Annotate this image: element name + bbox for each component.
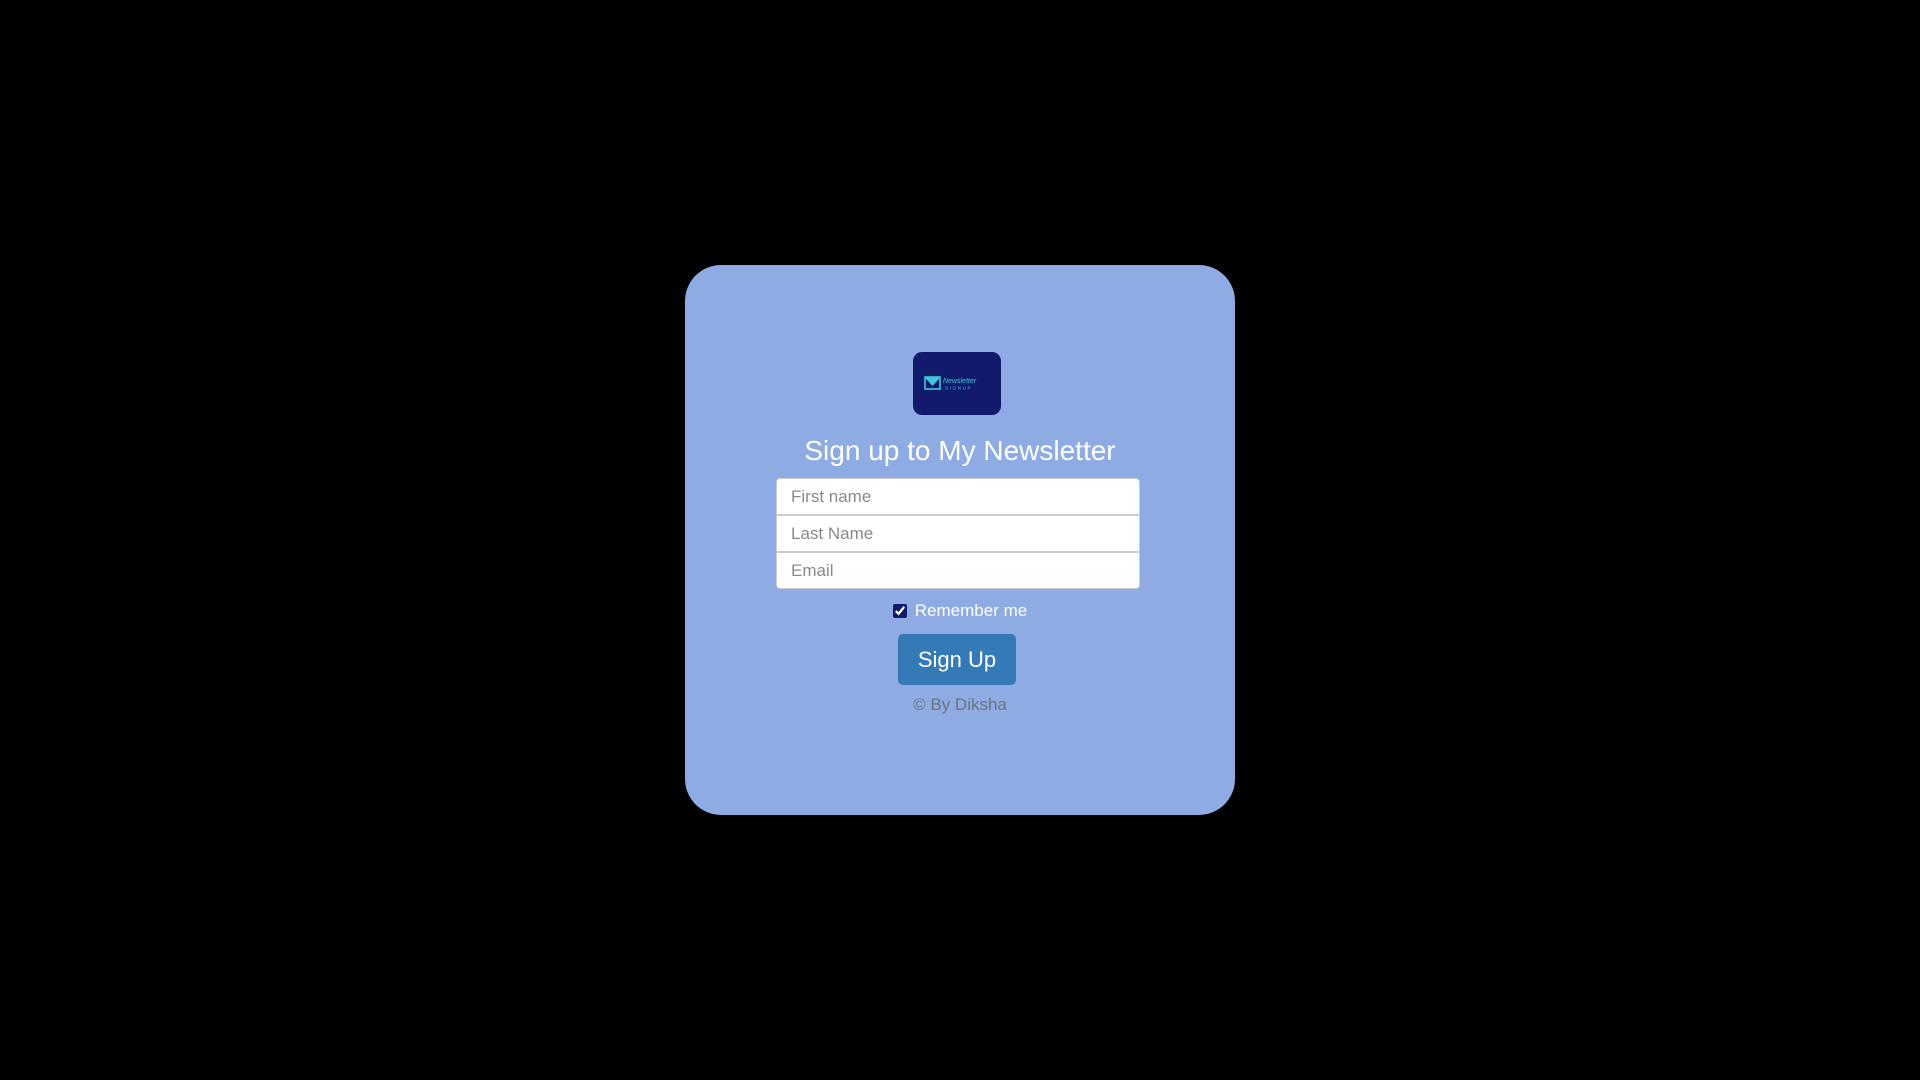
page-title: Sign up to My Newsletter xyxy=(804,435,1116,466)
newsletter-envelope-icon: Newsletter SIGNUP xyxy=(924,375,977,390)
remember-me-label: Remember me xyxy=(914,601,1028,620)
remember-me-checkbox[interactable] xyxy=(892,604,907,618)
sign-up-button[interactable]: Sign Up xyxy=(898,634,1016,685)
first-name-input[interactable] xyxy=(776,478,1140,515)
signup-form xyxy=(776,478,1140,589)
last-name-input[interactable] xyxy=(776,515,1140,552)
newsletter-logo: Newsletter SIGNUP xyxy=(913,352,1001,415)
logo-text-bottom: SIGNUP xyxy=(945,385,972,390)
remember-me: Remember me xyxy=(685,601,1235,621)
logo-text-top: Newsletter xyxy=(943,378,977,385)
email-input[interactable] xyxy=(776,552,1140,589)
signup-card: Newsletter SIGNUP Sign up to My Newslett… xyxy=(685,265,1235,815)
footer-credit: © By Diksha xyxy=(913,695,1007,714)
